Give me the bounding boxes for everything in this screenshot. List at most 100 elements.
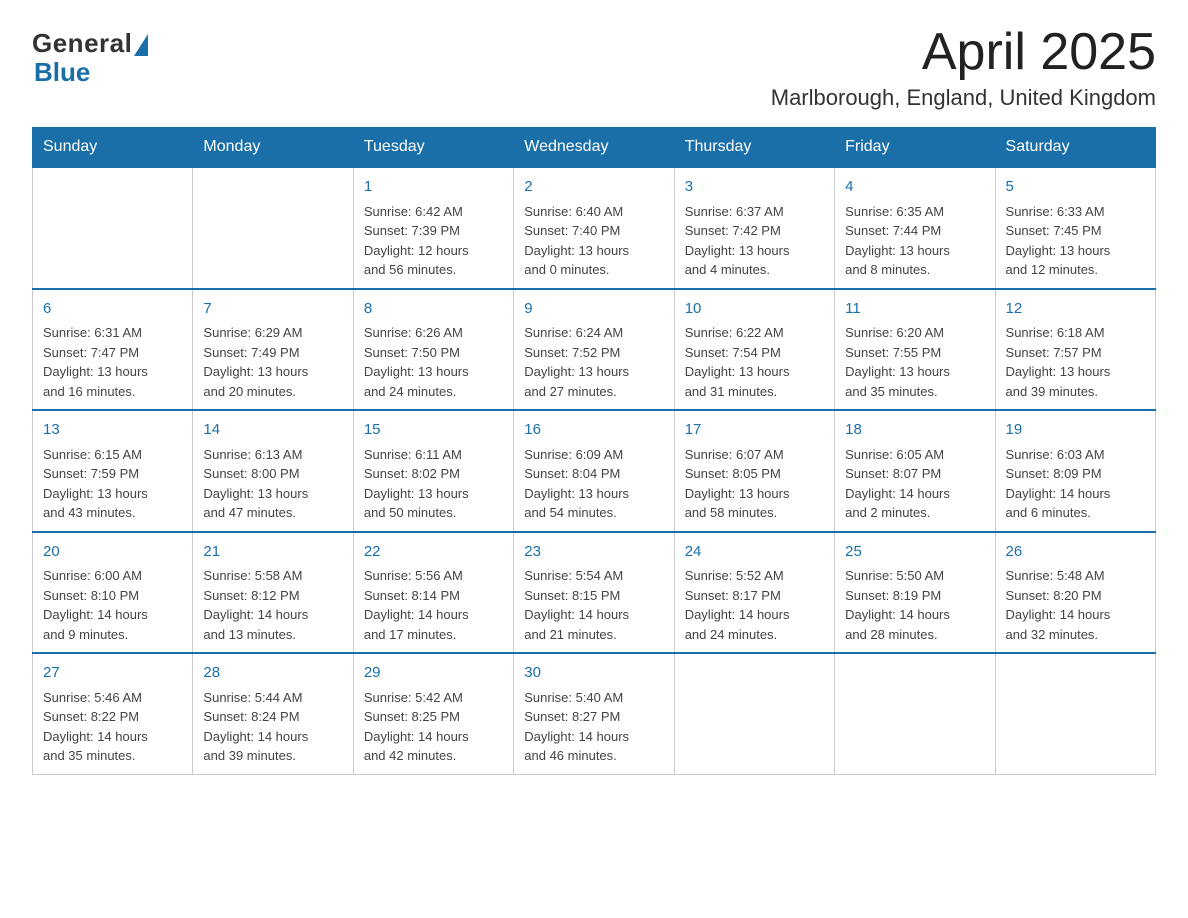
day-info: Sunrise: 6:40 AM Sunset: 7:40 PM Dayligh…	[524, 202, 663, 280]
title-section: April 2025 Marlborough, England, United …	[771, 24, 1156, 111]
day-info: Sunrise: 5:48 AM Sunset: 8:20 PM Dayligh…	[1006, 566, 1145, 644]
calendar-cell-0-4: 3 Sunrise: 6:37 AM Sunset: 7:42 PM Daylig…	[674, 167, 834, 289]
calendar-cell-4-2: 29Sunrise: 5:42 AM Sunset: 8:25 PM Dayli…	[353, 653, 513, 774]
calendar-cell-4-5	[835, 653, 995, 774]
calendar-header-monday: Monday	[193, 128, 353, 168]
day-info: Sunrise: 6:05 AM Sunset: 8:07 PM Dayligh…	[845, 445, 984, 523]
day-info: Sunrise: 6:11 AM Sunset: 8:02 PM Dayligh…	[364, 445, 503, 523]
calendar-cell-0-6: 5 Sunrise: 6:33 AM Sunset: 7:45 PM Daylig…	[995, 167, 1155, 289]
day-number: 23	[524, 541, 663, 564]
calendar-cell-3-3: 23Sunrise: 5:54 AM Sunset: 8:15 PM Dayli…	[514, 532, 674, 654]
day-number: 13	[43, 419, 182, 442]
calendar-cell-4-0: 27 Sunrise: 5:46 AM Sunset: 8:22 PM Dayli…	[33, 653, 193, 774]
day-info: Sunrise: 6:20 AM Sunset: 7:55 PM Dayligh…	[845, 323, 984, 401]
day-info: Sunrise: 6:37 AM Sunset: 7:42 PM Dayligh…	[685, 202, 824, 280]
day-number: 10	[685, 298, 824, 321]
calendar-cell-3-5: 25Sunrise: 5:50 AM Sunset: 8:19 PM Dayli…	[835, 532, 995, 654]
day-number: 5	[1006, 176, 1145, 199]
day-info: Sunrise: 5:44 AM Sunset: 8:24 PM Dayligh…	[203, 688, 342, 766]
calendar-cell-2-0: 13 Sunrise: 6:15 AM Sunset: 7:59 PM Dayli…	[33, 410, 193, 532]
calendar-cell-2-3: 16 Sunrise: 6:09 AM Sunset: 8:04 PM Dayli…	[514, 410, 674, 532]
day-info: Sunrise: 6:07 AM Sunset: 8:05 PM Dayligh…	[685, 445, 824, 523]
calendar-cell-1-1: 7Sunrise: 6:29 AM Sunset: 7:49 PM Daylig…	[193, 289, 353, 411]
calendar-cell-2-1: 14 Sunrise: 6:13 AM Sunset: 8:00 PM Dayli…	[193, 410, 353, 532]
calendar-cell-2-4: 17 Sunrise: 6:07 AM Sunset: 8:05 PM Dayli…	[674, 410, 834, 532]
day-number: 28	[203, 662, 342, 685]
day-info: Sunrise: 6:29 AM Sunset: 7:49 PM Dayligh…	[203, 323, 342, 401]
day-info: Sunrise: 6:22 AM Sunset: 7:54 PM Dayligh…	[685, 323, 824, 401]
day-number: 29	[364, 662, 503, 685]
week-row-1: 6Sunrise: 6:31 AM Sunset: 7:47 PM Daylig…	[33, 289, 1156, 411]
day-info: Sunrise: 6:31 AM Sunset: 7:47 PM Dayligh…	[43, 323, 182, 401]
calendar-cell-4-6	[995, 653, 1155, 774]
day-info: Sunrise: 6:03 AM Sunset: 8:09 PM Dayligh…	[1006, 445, 1145, 523]
day-info: Sunrise: 5:54 AM Sunset: 8:15 PM Dayligh…	[524, 566, 663, 644]
calendar-header-thursday: Thursday	[674, 128, 834, 168]
day-number: 6	[43, 298, 182, 321]
calendar-cell-3-0: 20Sunrise: 6:00 AM Sunset: 8:10 PM Dayli…	[33, 532, 193, 654]
calendar-cell-1-5: 11Sunrise: 6:20 AM Sunset: 7:55 PM Dayli…	[835, 289, 995, 411]
calendar-cell-0-3: 2 Sunrise: 6:40 AM Sunset: 7:40 PM Daylig…	[514, 167, 674, 289]
day-number: 1	[364, 176, 503, 199]
calendar-cell-4-1: 28 Sunrise: 5:44 AM Sunset: 8:24 PM Dayli…	[193, 653, 353, 774]
day-info: Sunrise: 6:15 AM Sunset: 7:59 PM Dayligh…	[43, 445, 182, 523]
calendar-cell-3-6: 26Sunrise: 5:48 AM Sunset: 8:20 PM Dayli…	[995, 532, 1155, 654]
day-number: 7	[203, 298, 342, 321]
logo-general-text: General	[32, 28, 132, 59]
day-number: 14	[203, 419, 342, 442]
day-number: 19	[1006, 419, 1145, 442]
calendar-cell-2-6: 19 Sunrise: 6:03 AM Sunset: 8:09 PM Dayli…	[995, 410, 1155, 532]
calendar-cell-0-5: 4 Sunrise: 6:35 AM Sunset: 7:44 PM Daylig…	[835, 167, 995, 289]
day-info: Sunrise: 5:58 AM Sunset: 8:12 PM Dayligh…	[203, 566, 342, 644]
day-info: Sunrise: 6:24 AM Sunset: 7:52 PM Dayligh…	[524, 323, 663, 401]
day-number: 16	[524, 419, 663, 442]
calendar-cell-3-1: 21Sunrise: 5:58 AM Sunset: 8:12 PM Dayli…	[193, 532, 353, 654]
calendar-header-row: SundayMondayTuesdayWednesdayThursdayFrid…	[33, 128, 1156, 168]
calendar-cell-1-6: 12Sunrise: 6:18 AM Sunset: 7:57 PM Dayli…	[995, 289, 1155, 411]
calendar-cell-0-2: 1 Sunrise: 6:42 AM Sunset: 7:39 PM Daylig…	[353, 167, 513, 289]
day-number: 22	[364, 541, 503, 564]
calendar-cell-1-0: 6Sunrise: 6:31 AM Sunset: 7:47 PM Daylig…	[33, 289, 193, 411]
day-number: 9	[524, 298, 663, 321]
calendar-cell-4-3: 30Sunrise: 5:40 AM Sunset: 8:27 PM Dayli…	[514, 653, 674, 774]
day-info: Sunrise: 6:42 AM Sunset: 7:39 PM Dayligh…	[364, 202, 503, 280]
month-title: April 2025	[771, 24, 1156, 81]
day-info: Sunrise: 6:13 AM Sunset: 8:00 PM Dayligh…	[203, 445, 342, 523]
day-number: 25	[845, 541, 984, 564]
calendar-header-sunday: Sunday	[33, 128, 193, 168]
calendar-header-saturday: Saturday	[995, 128, 1155, 168]
calendar-header-wednesday: Wednesday	[514, 128, 674, 168]
day-number: 4	[845, 176, 984, 199]
day-number: 17	[685, 419, 824, 442]
location-text: Marlborough, England, United Kingdom	[771, 85, 1156, 111]
day-number: 26	[1006, 541, 1145, 564]
day-number: 15	[364, 419, 503, 442]
day-number: 3	[685, 176, 824, 199]
day-info: Sunrise: 6:26 AM Sunset: 7:50 PM Dayligh…	[364, 323, 503, 401]
week-row-4: 27 Sunrise: 5:46 AM Sunset: 8:22 PM Dayli…	[33, 653, 1156, 774]
calendar-cell-4-4	[674, 653, 834, 774]
calendar-cell-2-5: 18Sunrise: 6:05 AM Sunset: 8:07 PM Dayli…	[835, 410, 995, 532]
day-info: Sunrise: 5:56 AM Sunset: 8:14 PM Dayligh…	[364, 566, 503, 644]
day-info: Sunrise: 6:09 AM Sunset: 8:04 PM Dayligh…	[524, 445, 663, 523]
day-number: 24	[685, 541, 824, 564]
day-number: 2	[524, 176, 663, 199]
day-number: 27	[43, 662, 182, 685]
page-header: General Blue April 2025 Marlborough, Eng…	[32, 24, 1156, 111]
calendar-cell-1-3: 9Sunrise: 6:24 AM Sunset: 7:52 PM Daylig…	[514, 289, 674, 411]
day-info: Sunrise: 5:46 AM Sunset: 8:22 PM Dayligh…	[43, 688, 182, 766]
calendar-cell-0-1	[193, 167, 353, 289]
day-number: 12	[1006, 298, 1145, 321]
day-number: 11	[845, 298, 984, 321]
day-info: Sunrise: 6:18 AM Sunset: 7:57 PM Dayligh…	[1006, 323, 1145, 401]
logo-triangle-icon	[134, 34, 148, 56]
day-number: 21	[203, 541, 342, 564]
calendar-cell-1-4: 10Sunrise: 6:22 AM Sunset: 7:54 PM Dayli…	[674, 289, 834, 411]
week-row-2: 13 Sunrise: 6:15 AM Sunset: 7:59 PM Dayli…	[33, 410, 1156, 532]
week-row-0: 1 Sunrise: 6:42 AM Sunset: 7:39 PM Daylig…	[33, 167, 1156, 289]
day-info: Sunrise: 6:35 AM Sunset: 7:44 PM Dayligh…	[845, 202, 984, 280]
logo: General Blue	[32, 28, 148, 88]
day-info: Sunrise: 6:33 AM Sunset: 7:45 PM Dayligh…	[1006, 202, 1145, 280]
calendar-header-tuesday: Tuesday	[353, 128, 513, 168]
day-info: Sunrise: 5:50 AM Sunset: 8:19 PM Dayligh…	[845, 566, 984, 644]
